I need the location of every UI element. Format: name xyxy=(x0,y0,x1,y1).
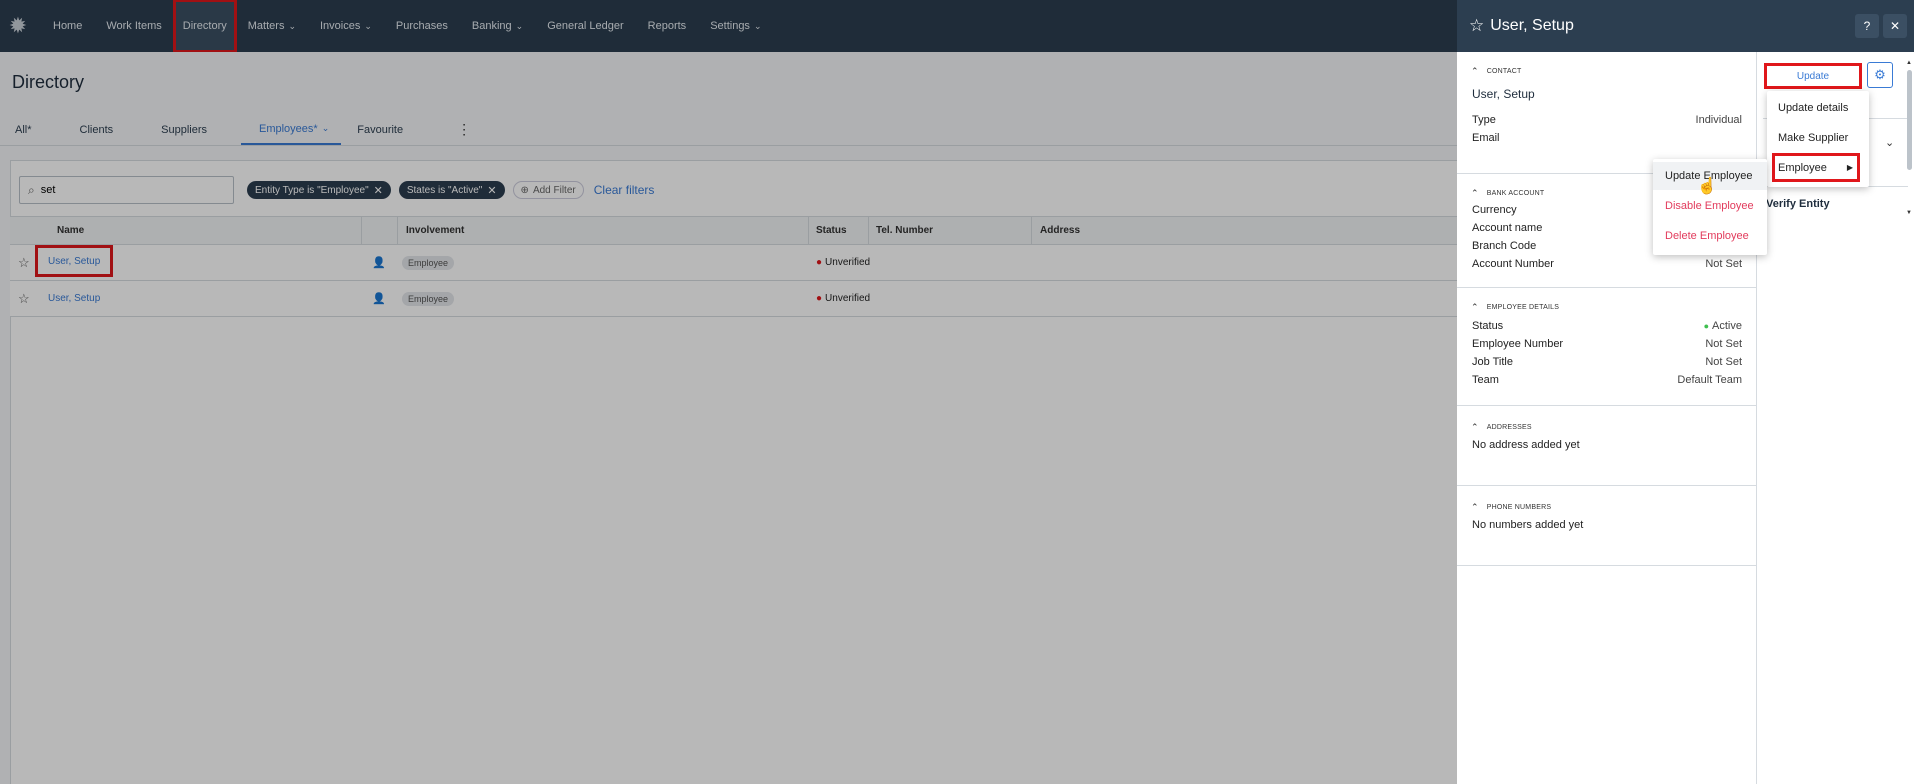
contact-name: User, Setup xyxy=(1472,87,1535,101)
panel-title: ☆ User, Setup xyxy=(1469,16,1574,36)
scroll-up-icon[interactable]: ▲ xyxy=(1906,60,1912,66)
caret-right-icon: ▶ xyxy=(1846,163,1853,172)
contact-section: ⌃ CONTACT User, Setup Type Individual Emai… xyxy=(1457,52,1757,174)
gear-icon[interactable]: ⚙ xyxy=(1867,62,1893,88)
phones-section-title[interactable]: ⌃ PHONE NUMBERS xyxy=(1471,502,1551,513)
status-dot-icon: ● xyxy=(1703,321,1710,331)
contact-type: Type Individual xyxy=(1472,114,1742,126)
chevron-up-icon: ⌃ xyxy=(1471,188,1479,198)
chevron-up-icon: ⌃ xyxy=(1471,422,1479,432)
menu-disable-employee[interactable]: Disable Employee xyxy=(1653,192,1767,220)
addresses-section: ⌃ ADDRESSES No address added yet xyxy=(1457,406,1757,486)
scrollbar[interactable]: ▲ ▼ xyxy=(1906,60,1912,220)
chevron-up-icon: ⌃ xyxy=(1471,66,1479,76)
verify-entity-label[interactable]: Verify Entity xyxy=(1766,198,1830,210)
update-dropdown-menu: Update details Make Supplier Employee ▶ xyxy=(1767,91,1869,187)
menu-update-details[interactable]: Update details xyxy=(1767,94,1869,122)
chevron-down-icon[interactable]: ⌄ xyxy=(1885,136,1894,149)
chevron-up-icon: ⌃ xyxy=(1471,302,1479,312)
close-button[interactable]: ✕ xyxy=(1883,14,1907,38)
bank-section-title[interactable]: ⌃ BANK ACCOUNT xyxy=(1471,188,1544,199)
no-numbers-note: No numbers added yet xyxy=(1472,519,1584,531)
menu-employee[interactable]: Employee ▶ xyxy=(1772,153,1860,182)
addresses-section-title[interactable]: ⌃ ADDRESSES xyxy=(1471,422,1532,433)
employee-submenu: Update Employee Disable Employee Delete … xyxy=(1653,159,1767,255)
employee-number: Employee Number Not Set xyxy=(1472,338,1742,350)
chevron-up-icon: ⌃ xyxy=(1471,502,1479,512)
employee-job-title: Job Title Not Set xyxy=(1472,356,1742,368)
panel-header: ☆ User, Setup ? ✕ xyxy=(1457,0,1914,52)
employee-details-section: ⌃ EMPLOYEE DETAILS Status ● Active Employee… xyxy=(1457,288,1757,406)
contact-email: Email xyxy=(1472,132,1500,144)
employee-status: Status ● Active xyxy=(1472,320,1742,332)
pointer-hand-icon: ☝ xyxy=(1697,178,1717,195)
phone-numbers-section: ⌃ PHONE NUMBERS No numbers added yet xyxy=(1457,486,1757,566)
menu-make-supplier[interactable]: Make Supplier xyxy=(1767,124,1869,152)
scroll-down-icon[interactable]: ▼ xyxy=(1906,210,1912,216)
no-address-note: No address added yet xyxy=(1472,439,1580,451)
favourite-star-icon[interactable]: ☆ xyxy=(1469,16,1484,36)
scrollbar-thumb[interactable] xyxy=(1907,70,1912,170)
contact-section-title[interactable]: ⌃ CONTACT xyxy=(1471,66,1521,77)
menu-delete-employee[interactable]: Delete Employee xyxy=(1653,222,1767,250)
employee-section-title[interactable]: ⌃ EMPLOYEE DETAILS xyxy=(1471,302,1559,313)
help-button[interactable]: ? xyxy=(1855,14,1879,38)
update-button[interactable]: Update xyxy=(1764,63,1862,89)
bank-account-number: Account Number Not Set xyxy=(1472,258,1742,270)
employee-team: Team Default Team xyxy=(1472,374,1742,386)
modal-backdrop[interactable] xyxy=(0,0,1457,784)
